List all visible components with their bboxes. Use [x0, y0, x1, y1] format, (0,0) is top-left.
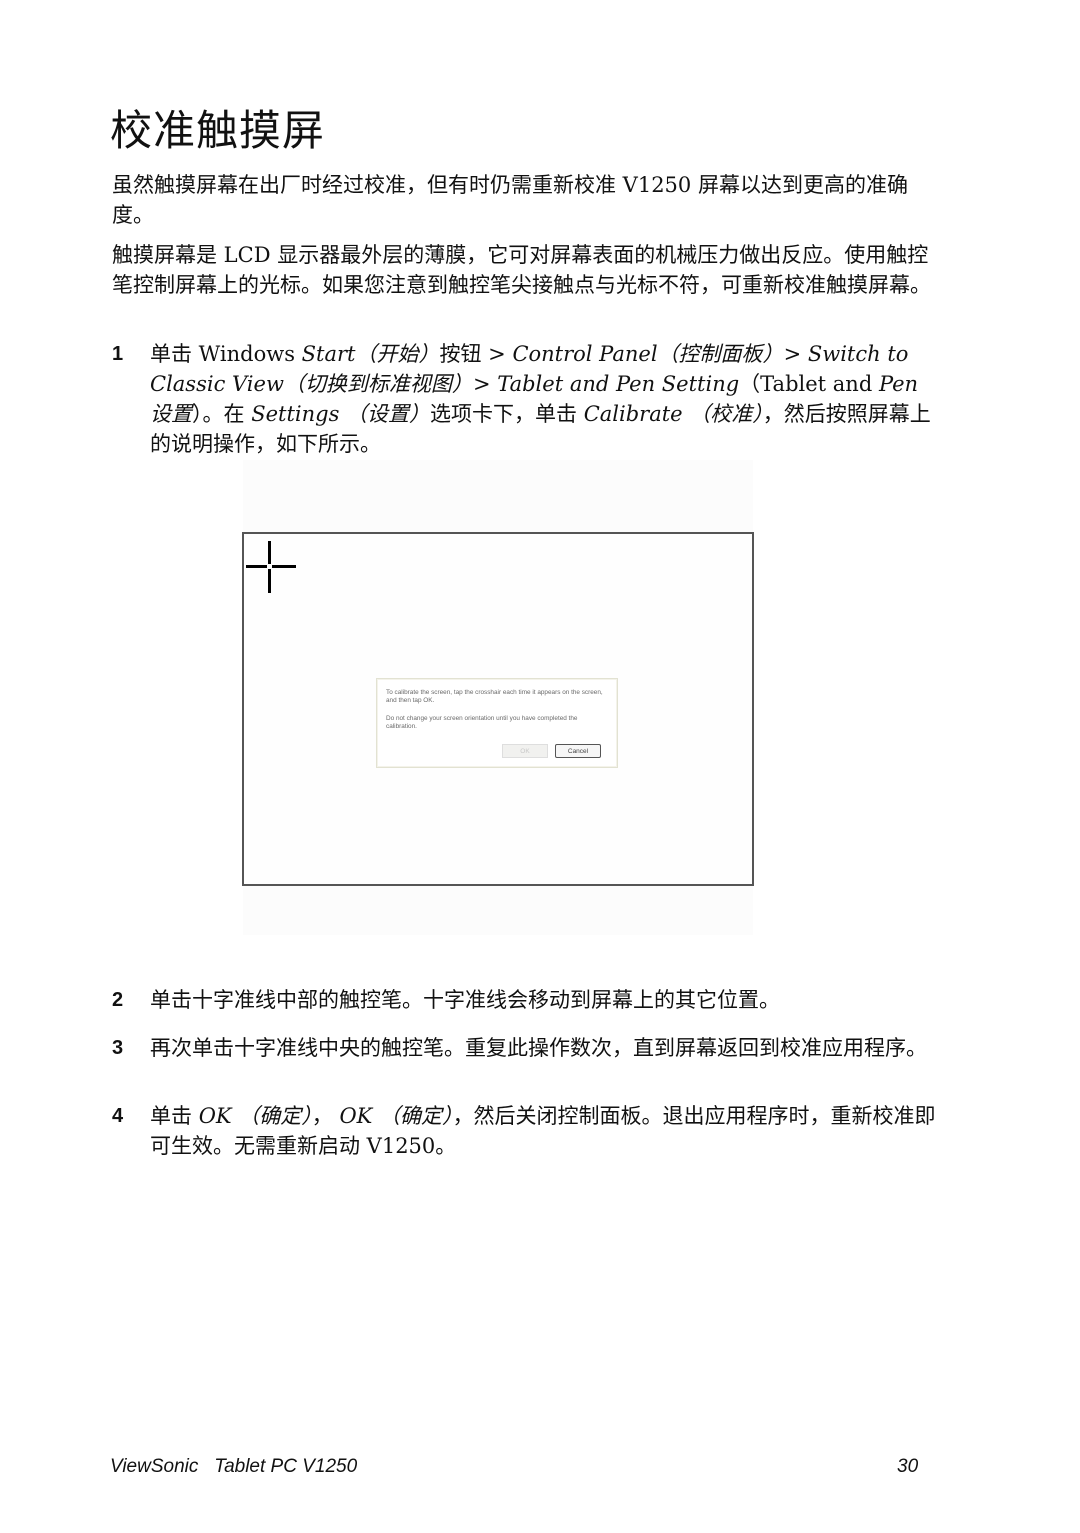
intro-paragraph-1: 虽然触摸屏幕在出厂时经过校准，但有时仍需重新校准 V1250 屏幕以达到更高的准… — [112, 173, 908, 227]
step-text-segment: 单击十字准线中部的触控笔。十字准线会移动到屏幕上的其它位置。 — [150, 988, 780, 1012]
ui-term: Calibrate （校准） — [583, 402, 763, 426]
step-text-segment: 单击 Windows — [150, 342, 302, 366]
step-text: 单击 Windows Start（开始）按钮 > Control Panel（控… — [150, 339, 942, 459]
dialog-message-1: To calibrate the screen, tap the crossha… — [386, 689, 603, 704]
step-number: 4 — [112, 1105, 124, 1127]
step-4: 4 单击 OK （确定）， OK （确定），然后关闭控制面板。退出应用程序时，重… — [112, 1101, 942, 1161]
crosshair-center — [267, 564, 272, 569]
step-2: 2 单击十字准线中部的触控笔。十字准线会移动到屏幕上的其它位置。 — [112, 985, 942, 1015]
step-text-segment: （Tablet and — [739, 372, 879, 396]
step-text: 再次单击十字准线中央的触控笔。重复此操作数次，直到屏幕返回到校准应用程序。 — [150, 1033, 942, 1063]
ui-term: Settings （设置） — [251, 402, 431, 426]
step-text: 单击十字准线中部的触控笔。十字准线会移动到屏幕上的其它位置。 — [150, 985, 942, 1015]
step-text-segment: > — [783, 342, 808, 366]
step-1: 1 单击 Windows Start（开始）按钮 > Control Panel… — [112, 339, 942, 459]
page-number: 30 — [897, 1456, 919, 1477]
step-text-segment: 选项卡下，单击 — [430, 402, 584, 426]
step-text-segment: ）。在 — [192, 402, 252, 426]
footer-product-name: ViewSonic Tablet PC V1250 — [110, 1456, 358, 1477]
step-text-segment: ， — [311, 1104, 340, 1128]
step-number: 1 — [112, 343, 124, 365]
ui-term: OK （确定） — [198, 1104, 312, 1128]
dialog-message-2: Do not change your screen orientation un… — [386, 715, 578, 730]
step-number: 3 — [112, 1037, 124, 1059]
intro-paragraph-2: 触摸屏幕是 LCD 显示器最外层的薄膜，它可对屏幕表面的机械压力做出反应。使用触… — [112, 243, 931, 297]
calibration-screen: To calibrate the screen, tap the crossha… — [242, 532, 754, 886]
step-text: 单击 OK （确定）， OK （确定），然后关闭控制面板。退出应用程序时，重新校… — [150, 1101, 942, 1161]
ui-term: Control Panel（控制面板） — [512, 342, 784, 366]
cancel-button[interactable]: Cancel — [555, 744, 601, 758]
step-text-segment: 单击 — [150, 1104, 199, 1128]
ui-term: Tablet and Pen Setting — [497, 372, 740, 396]
calibration-dialog: To calibrate the screen, tap the crossha… — [376, 678, 618, 768]
step-number: 2 — [112, 989, 124, 1011]
ui-term: OK （确定） — [339, 1104, 453, 1128]
ok-button[interactable]: OK — [502, 744, 548, 758]
ui-term: Start（开始） — [301, 342, 440, 366]
step-3: 3 再次单击十字准线中央的触控笔。重复此操作数次，直到屏幕返回到校准应用程序。 — [112, 1033, 942, 1063]
step-text-segment: 再次单击十字准线中央的触控笔。重复此操作数次，直到屏幕返回到校准应用程序。 — [150, 1036, 927, 1060]
page-title: 校准触摸屏 — [110, 106, 326, 155]
step-text-segment: > — [472, 372, 498, 396]
step-text-segment: 按钮 > — [439, 342, 513, 366]
